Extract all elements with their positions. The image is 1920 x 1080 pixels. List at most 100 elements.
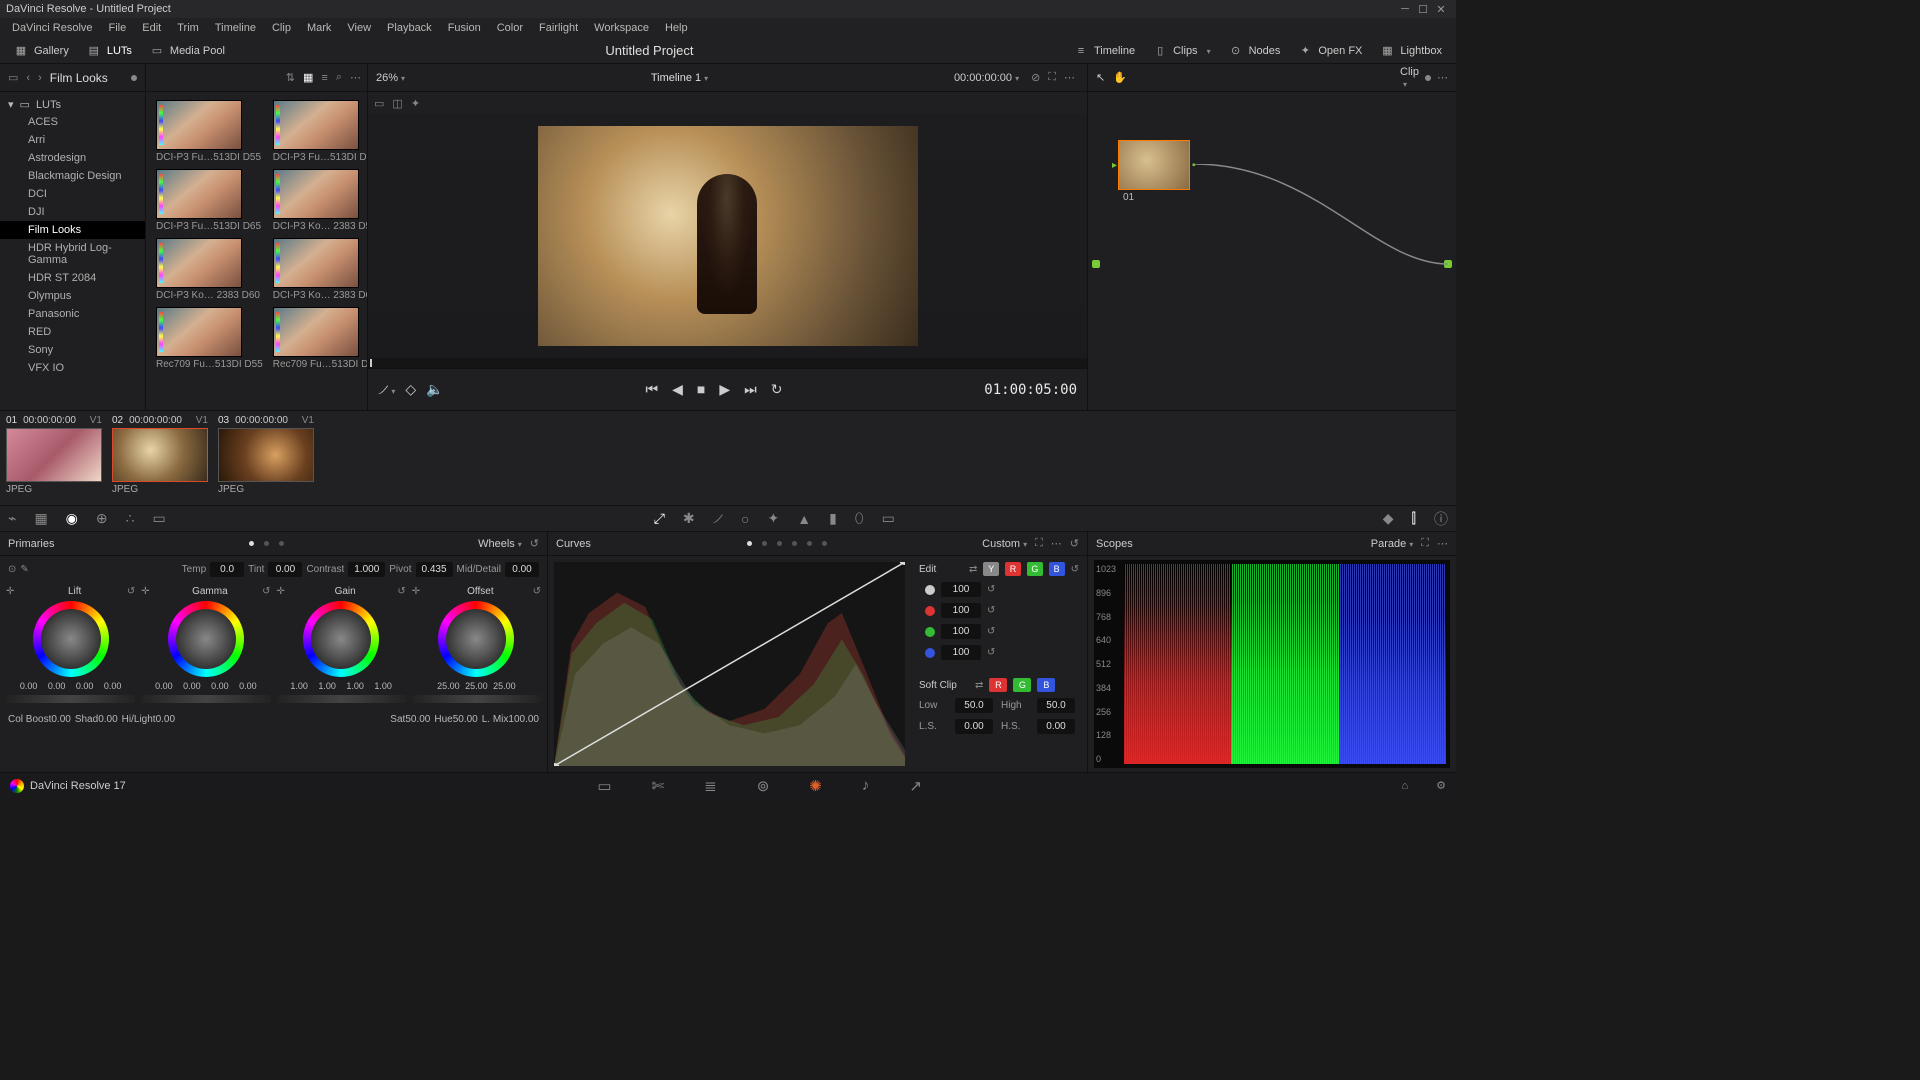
panel-menu-icon[interactable]: ▭ [8, 71, 18, 84]
intensity-r-reset[interactable]: ↺ [987, 605, 995, 616]
curves-more-icon[interactable]: ⋯ [1051, 537, 1062, 550]
curve-reset-icon[interactable]: ↺ [1071, 564, 1079, 575]
lut-thumb[interactable]: Rec709 Fu…513DI D55 [156, 307, 263, 370]
clip-thumb-02[interactable]: 0200:00:00:00V1JPEG [112, 415, 208, 501]
last-frame-button[interactable]: ⏭ [744, 381, 757, 398]
expand-icon[interactable]: ⛶ [1048, 71, 1056, 84]
keyframes-icon[interactable]: ◆ [1383, 510, 1394, 527]
softclip-g-button[interactable]: G [1013, 678, 1031, 692]
camera-raw-icon[interactable]: ⌁ [8, 510, 16, 527]
menu-view[interactable]: View [339, 22, 379, 34]
settings-icon[interactable]: ⚙ [1436, 779, 1446, 792]
menu-playback[interactable]: Playback [379, 22, 440, 34]
page-deliver-icon[interactable]: ↗ [909, 777, 922, 795]
link-icon[interactable]: ⇄ [969, 564, 977, 575]
lut-category-vfx-io[interactable]: VFX IO [0, 359, 145, 377]
grid-view-icon[interactable]: ▦ [303, 71, 313, 84]
magic-mask-icon[interactable]: ▲ [797, 511, 811, 527]
lightbox-button[interactable]: ▦Lightbox [1374, 44, 1448, 58]
scopes-mode-dropdown[interactable]: Parade [1371, 538, 1414, 550]
viewer-scrubber[interactable] [368, 358, 1087, 368]
zoom-dropdown[interactable]: 26% [376, 72, 405, 84]
mid-value[interactable]: 0.00 [505, 562, 539, 577]
wheel-values[interactable]: 0.000.000.000.00 [17, 681, 125, 691]
lut-category-arri[interactable]: Arri [0, 131, 145, 149]
close-button[interactable]: ✕ [1432, 3, 1450, 16]
menu-edit[interactable]: Edit [134, 22, 169, 34]
color-wheel[interactable] [438, 601, 514, 677]
color-match-icon[interactable]: ▦ [34, 510, 47, 527]
menu-fusion[interactable]: Fusion [440, 22, 489, 34]
picker-1-icon[interactable]: ⊙ [8, 564, 16, 575]
wheel-reset-icon[interactable]: ↺ [127, 586, 135, 597]
search-icon[interactable]: ⌕ [336, 71, 342, 84]
wheel-values[interactable]: 1.001.001.001.00 [287, 681, 395, 691]
channel-r-button[interactable]: R [1005, 562, 1021, 576]
lut-thumb[interactable]: DCI-P3 Ko… 2383 D55 [273, 169, 367, 232]
wheel-values[interactable]: 25.0025.0025.00 [436, 681, 516, 691]
page-cut-icon[interactable]: ✄ [652, 777, 665, 795]
tracker-icon[interactable]: ✦ [767, 510, 779, 527]
lut-thumb[interactable]: DCI-P3 Ko… 2383 D60 [156, 238, 263, 301]
intensity-b-value[interactable]: 100 [941, 645, 981, 660]
warper-icon[interactable]: ✱ [683, 510, 695, 527]
lut-category-dci[interactable]: DCI [0, 185, 145, 203]
intensity-g-value[interactable]: 100 [941, 624, 981, 639]
master-wheel[interactable] [412, 695, 541, 703]
image-wipe-icon[interactable]: ▭ [374, 97, 384, 110]
lut-category-olympus[interactable]: Olympus [0, 287, 145, 305]
menu-davinci-resolve[interactable]: DaVinci Resolve [4, 22, 101, 34]
page-color-icon[interactable]: ✺ [809, 777, 822, 795]
page-edit-icon[interactable]: ≣ [704, 777, 717, 795]
node-more-icon[interactable]: ⋯ [1437, 71, 1448, 84]
high-value[interactable]: 50.0 [1037, 698, 1075, 713]
hdr-icon[interactable]: ⊕ [96, 510, 108, 527]
primaries-icon[interactable]: ◉ [66, 510, 78, 527]
curves-icon[interactable]: ⤢ [654, 510, 665, 527]
wheel-reset-icon[interactable]: ↺ [262, 586, 270, 597]
menu-file[interactable]: File [101, 22, 135, 34]
viewer-image[interactable] [538, 126, 918, 346]
viewer-more-icon[interactable]: ⋯ [1064, 71, 1075, 84]
menu-help[interactable]: Help [657, 22, 696, 34]
primaries-reset-icon[interactable]: ↺ [530, 537, 539, 550]
hue-value[interactable]: 50.00 [453, 714, 478, 725]
wheel-reset-icon[interactable]: ↺ [533, 586, 541, 597]
nav-back-icon[interactable]: ‹ [26, 72, 30, 84]
unmix-icon[interactable]: ◇ [405, 381, 416, 398]
intensity-y-dot[interactable] [925, 585, 935, 595]
lut-category-blackmagic-design[interactable]: Blackmagic Design [0, 167, 145, 185]
wheel-picker-icon[interactable]: ✛ [412, 586, 420, 597]
pivot-value[interactable]: 0.435 [416, 562, 453, 577]
menu-mark[interactable]: Mark [299, 22, 339, 34]
intensity-r-dot[interactable] [925, 606, 935, 616]
intensity-g-dot[interactable] [925, 627, 935, 637]
qualifier-dropdown-icon[interactable]: ୵ [378, 381, 395, 398]
menu-timeline[interactable]: Timeline [207, 22, 264, 34]
lut-category-panasonic[interactable]: Panasonic [0, 305, 145, 323]
scopes-more-icon[interactable]: ⋯ [1437, 537, 1448, 550]
lut-category-dji[interactable]: DJI [0, 203, 145, 221]
picker-2-icon[interactable]: ✎ [20, 564, 28, 575]
lut-category-aces[interactable]: ACES [0, 113, 145, 131]
clip-thumb-01[interactable]: 0100:00:00:00V1JPEG [6, 415, 102, 501]
node-scope-dropdown[interactable]: Clip [1400, 66, 1419, 89]
sat-value[interactable]: 50.00 [405, 714, 430, 725]
lut-category-hdr-hybrid-log-gamma[interactable]: HDR Hybrid Log-Gamma [0, 239, 145, 269]
temp-value[interactable]: 0.0 [210, 562, 244, 577]
nodes-button[interactable]: ⊙Nodes [1223, 44, 1287, 58]
menu-workspace[interactable]: Workspace [586, 22, 657, 34]
curve-graph[interactable] [554, 562, 905, 766]
wheel-values[interactable]: 0.000.000.000.00 [152, 681, 260, 691]
maximize-button[interactable]: ☐ [1414, 3, 1432, 16]
lut-thumb[interactable]: DCI-P3 Fu…513DI D65 [156, 169, 263, 232]
menu-trim[interactable]: Trim [169, 22, 207, 34]
sizing-icon[interactable]: ▭ [882, 510, 895, 527]
openfx-button[interactable]: ✦Open FX [1292, 44, 1368, 58]
luts-button[interactable]: ▤LUTs [81, 44, 138, 58]
curves-mode-dropdown[interactable]: Custom [982, 538, 1027, 550]
intensity-y-value[interactable]: 100 [941, 582, 981, 597]
page-fusion-icon[interactable]: ⊚ [757, 777, 770, 795]
stop-button[interactable]: ■ [697, 381, 705, 398]
nav-fwd-icon[interactable]: › [38, 72, 42, 84]
